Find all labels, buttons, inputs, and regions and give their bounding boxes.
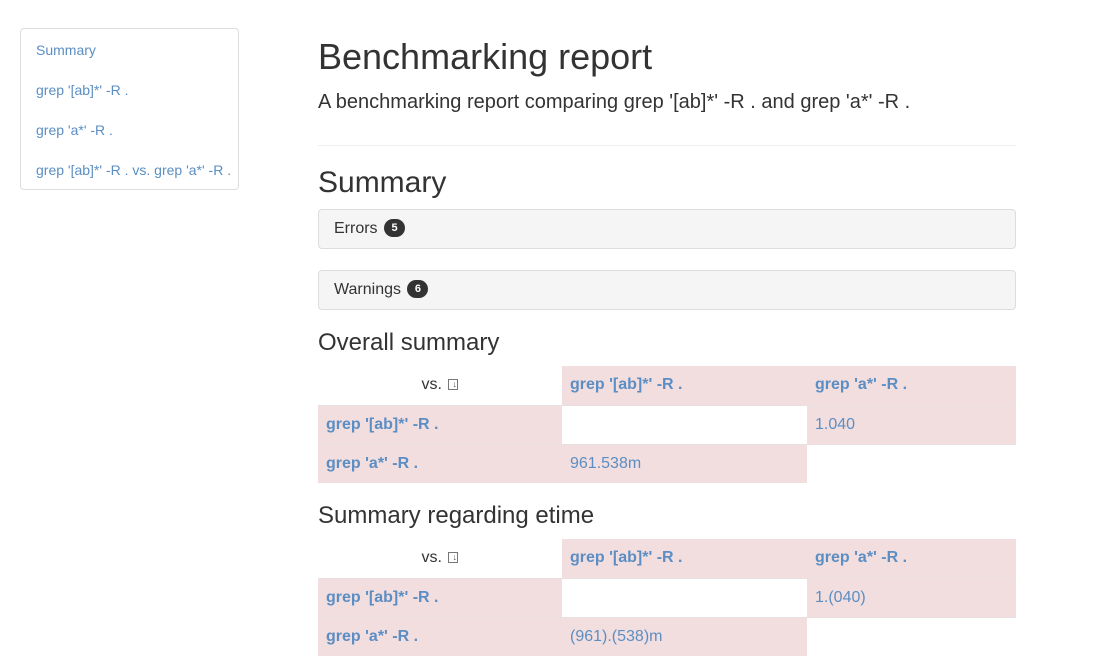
vs-header-cell[interactable]: vs. ↓ xyxy=(318,366,562,405)
table-cell xyxy=(562,577,807,617)
warnings-count-badge: 6 xyxy=(407,279,429,298)
table-cell: 1.(040) xyxy=(807,577,1016,617)
row-header: grep '[ab]*' -R . xyxy=(318,404,562,444)
table-cell xyxy=(807,443,1016,483)
vs-label: vs. xyxy=(421,376,442,394)
table-cell xyxy=(562,404,807,444)
table-header-row: vs. ↓ grep '[ab]*' -R . grep 'a*' -R . xyxy=(318,366,1016,405)
errors-panel[interactable]: Errors 5 xyxy=(318,209,1016,249)
sidebar-item-comparison[interactable]: grep '[ab]*' -R . vs. grep 'a*' -R . xyxy=(21,160,238,200)
table-row: grep '[ab]*' -R . 1.040 xyxy=(318,404,1016,444)
overall-summary-title: Overall summary xyxy=(318,329,500,356)
table-header-row: vs. ↓ grep '[ab]*' -R . grep 'a*' -R . xyxy=(318,539,1016,578)
warnings-panel[interactable]: Warnings 6 xyxy=(318,270,1016,310)
summary-section-title: Summary xyxy=(318,166,447,199)
column-header: grep 'a*' -R . xyxy=(807,539,1016,578)
sort-down-icon[interactable]: ↓ xyxy=(448,378,459,390)
table-row: grep 'a*' -R . (961).(538)m xyxy=(318,616,1016,656)
sidebar-item-grep-ab[interactable]: grep '[ab]*' -R . xyxy=(21,80,238,120)
row-header: grep 'a*' -R . xyxy=(318,616,562,656)
vs-label: vs. xyxy=(421,549,442,567)
sort-down-icon[interactable]: ↓ xyxy=(448,551,459,563)
table-cell xyxy=(807,616,1016,656)
vs-header-cell[interactable]: vs. ↓ xyxy=(318,539,562,578)
sidebar-nav: Summary grep '[ab]*' -R . grep 'a*' -R .… xyxy=(20,28,239,190)
row-header: grep '[ab]*' -R . xyxy=(318,577,562,617)
etime-summary-title: Summary regarding etime xyxy=(318,502,595,529)
table-cell: (961).(538)m xyxy=(562,616,807,656)
divider xyxy=(318,145,1016,146)
table-row: grep 'a*' -R . 961.538m xyxy=(318,443,1016,483)
overall-summary-table: vs. ↓ grep '[ab]*' -R . grep 'a*' -R . g… xyxy=(318,366,1016,483)
page-title: Benchmarking report xyxy=(318,36,653,77)
column-header: grep '[ab]*' -R . xyxy=(562,539,807,578)
page-subtitle: A benchmarking report comparing grep '[a… xyxy=(318,91,911,113)
table-row: grep '[ab]*' -R . 1.(040) xyxy=(318,577,1016,617)
table-cell: 1.040 xyxy=(807,404,1016,444)
row-header: grep 'a*' -R . xyxy=(318,443,562,483)
sidebar-item-summary[interactable]: Summary xyxy=(21,40,238,80)
column-header: grep '[ab]*' -R . xyxy=(562,366,807,405)
errors-label: Errors xyxy=(334,220,378,237)
column-header: grep 'a*' -R . xyxy=(807,366,1016,405)
table-cell: 961.538m xyxy=(562,443,807,483)
sidebar-item-grep-a[interactable]: grep 'a*' -R . xyxy=(21,120,238,160)
errors-count-badge: 5 xyxy=(384,218,406,237)
etime-summary-table: vs. ↓ grep '[ab]*' -R . grep 'a*' -R . g… xyxy=(318,539,1016,656)
warnings-label: Warnings xyxy=(334,281,401,298)
